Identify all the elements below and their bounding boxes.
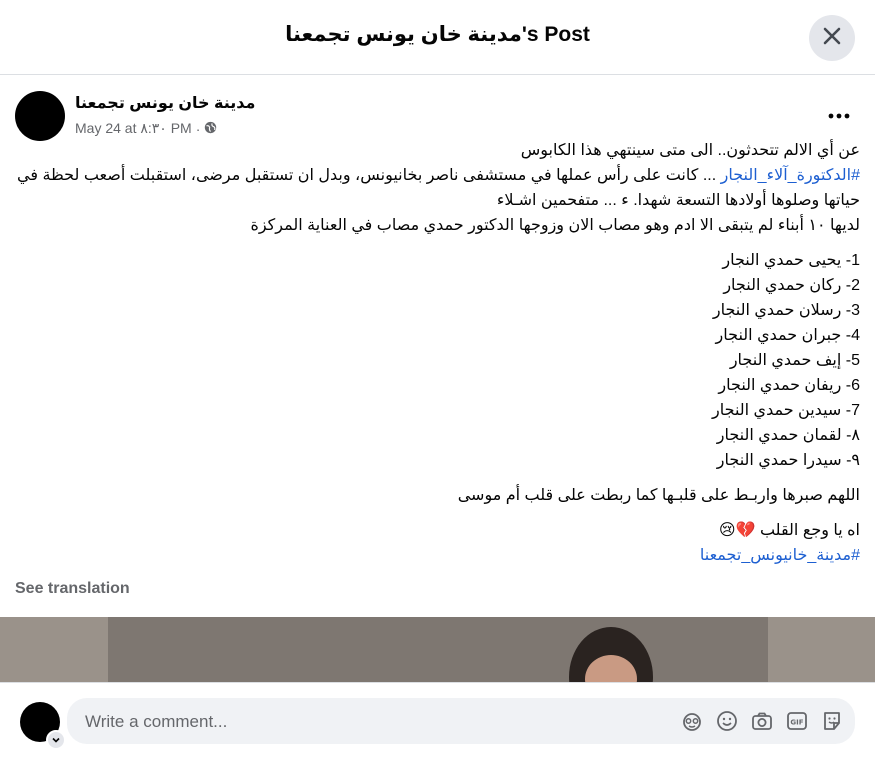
more-options-button[interactable] [822,100,856,130]
post-body: عن أي الالم تتحدثون.. الى متى سينتهي هذا… [15,138,860,568]
hashtag-link[interactable]: #الدكتورة_آلاء_النجار [721,167,860,184]
post-container: مدينة خان يونس تجمعنا May 24 at ٨:٣٠ PM … [0,76,875,682]
globe-icon [204,121,217,137]
see-translation-link[interactable]: See translation [15,580,130,598]
list-item: 7- سيدين حمدي النجار [712,402,860,419]
chevron-down-icon[interactable] [46,730,66,750]
dialog-title: مدينة خان يونس تجمعنا's Post [285,23,590,46]
children-list: 1- يحيى حمدي النجار 2- ركان حمدي النجار … [15,248,860,473]
post-timestamp[interactable]: May 24 at ٨:٣٠ PM [75,120,192,137]
list-item: 2- ركان حمدي النجار [723,277,860,294]
more-dots-icon [828,106,850,124]
emoji-icon[interactable] [715,709,739,733]
post-line-intro: عن أي الالم تتحدثون.. الى متى سينتهي هذا… [520,142,860,159]
comment-input[interactable] [83,698,647,746]
close-button[interactable] [809,15,855,61]
list-item: ٨- لقمان حمدي النجار [716,427,860,444]
svg-text:GIF: GIF [790,719,803,727]
comment-composer: GIF [0,682,875,767]
post-paragraph: #الدكتورة_آلاء_النجار ... كانت على رأس ع… [15,163,860,213]
post-prayer: اللهم صبرها واربـط على قلبـها كما ربطت ع… [457,487,860,504]
list-item: 4- جبران حمدي النجار [715,327,860,344]
person-photo-icon [569,627,653,682]
list-item: 5- إيف حمدي النجار [729,352,860,369]
list-item: 3- رسلان حمدي النجار [712,302,860,319]
post-meta: May 24 at ٨:٣٠ PM · [75,120,217,137]
sticker-icon[interactable] [820,709,844,733]
meta-separator: · [195,120,201,137]
list-item: 6- ريفان حمدي النجار [718,377,860,394]
close-icon [821,25,843,52]
post-image-content [108,617,768,682]
avatar-sticker-icon[interactable] [680,709,704,733]
list-item: 1- يحيى حمدي النجار [722,252,860,269]
dialog-header: مدينة خان يونس تجمعنا's Post [0,0,875,75]
post-line-children-count: لديها ١٠ أبناء لم يتبقى الا ادم وهو مصاب… [250,217,860,234]
comment-box: GIF [67,698,855,746]
page-name-link[interactable]: مدينة خان يونس تجمعنا [75,93,255,113]
camera-icon[interactable] [750,709,774,733]
gif-icon[interactable]: GIF [785,709,809,733]
list-item: ٩- سيدرا حمدي النجار [716,452,860,469]
page-avatar[interactable] [15,91,65,141]
hashtag-link[interactable]: #مدينة_خانيونس_تجمعنا [15,543,860,568]
post-image[interactable] [0,617,875,682]
post-heartache: اه يا وجع القلب 💔😢 [718,522,860,539]
